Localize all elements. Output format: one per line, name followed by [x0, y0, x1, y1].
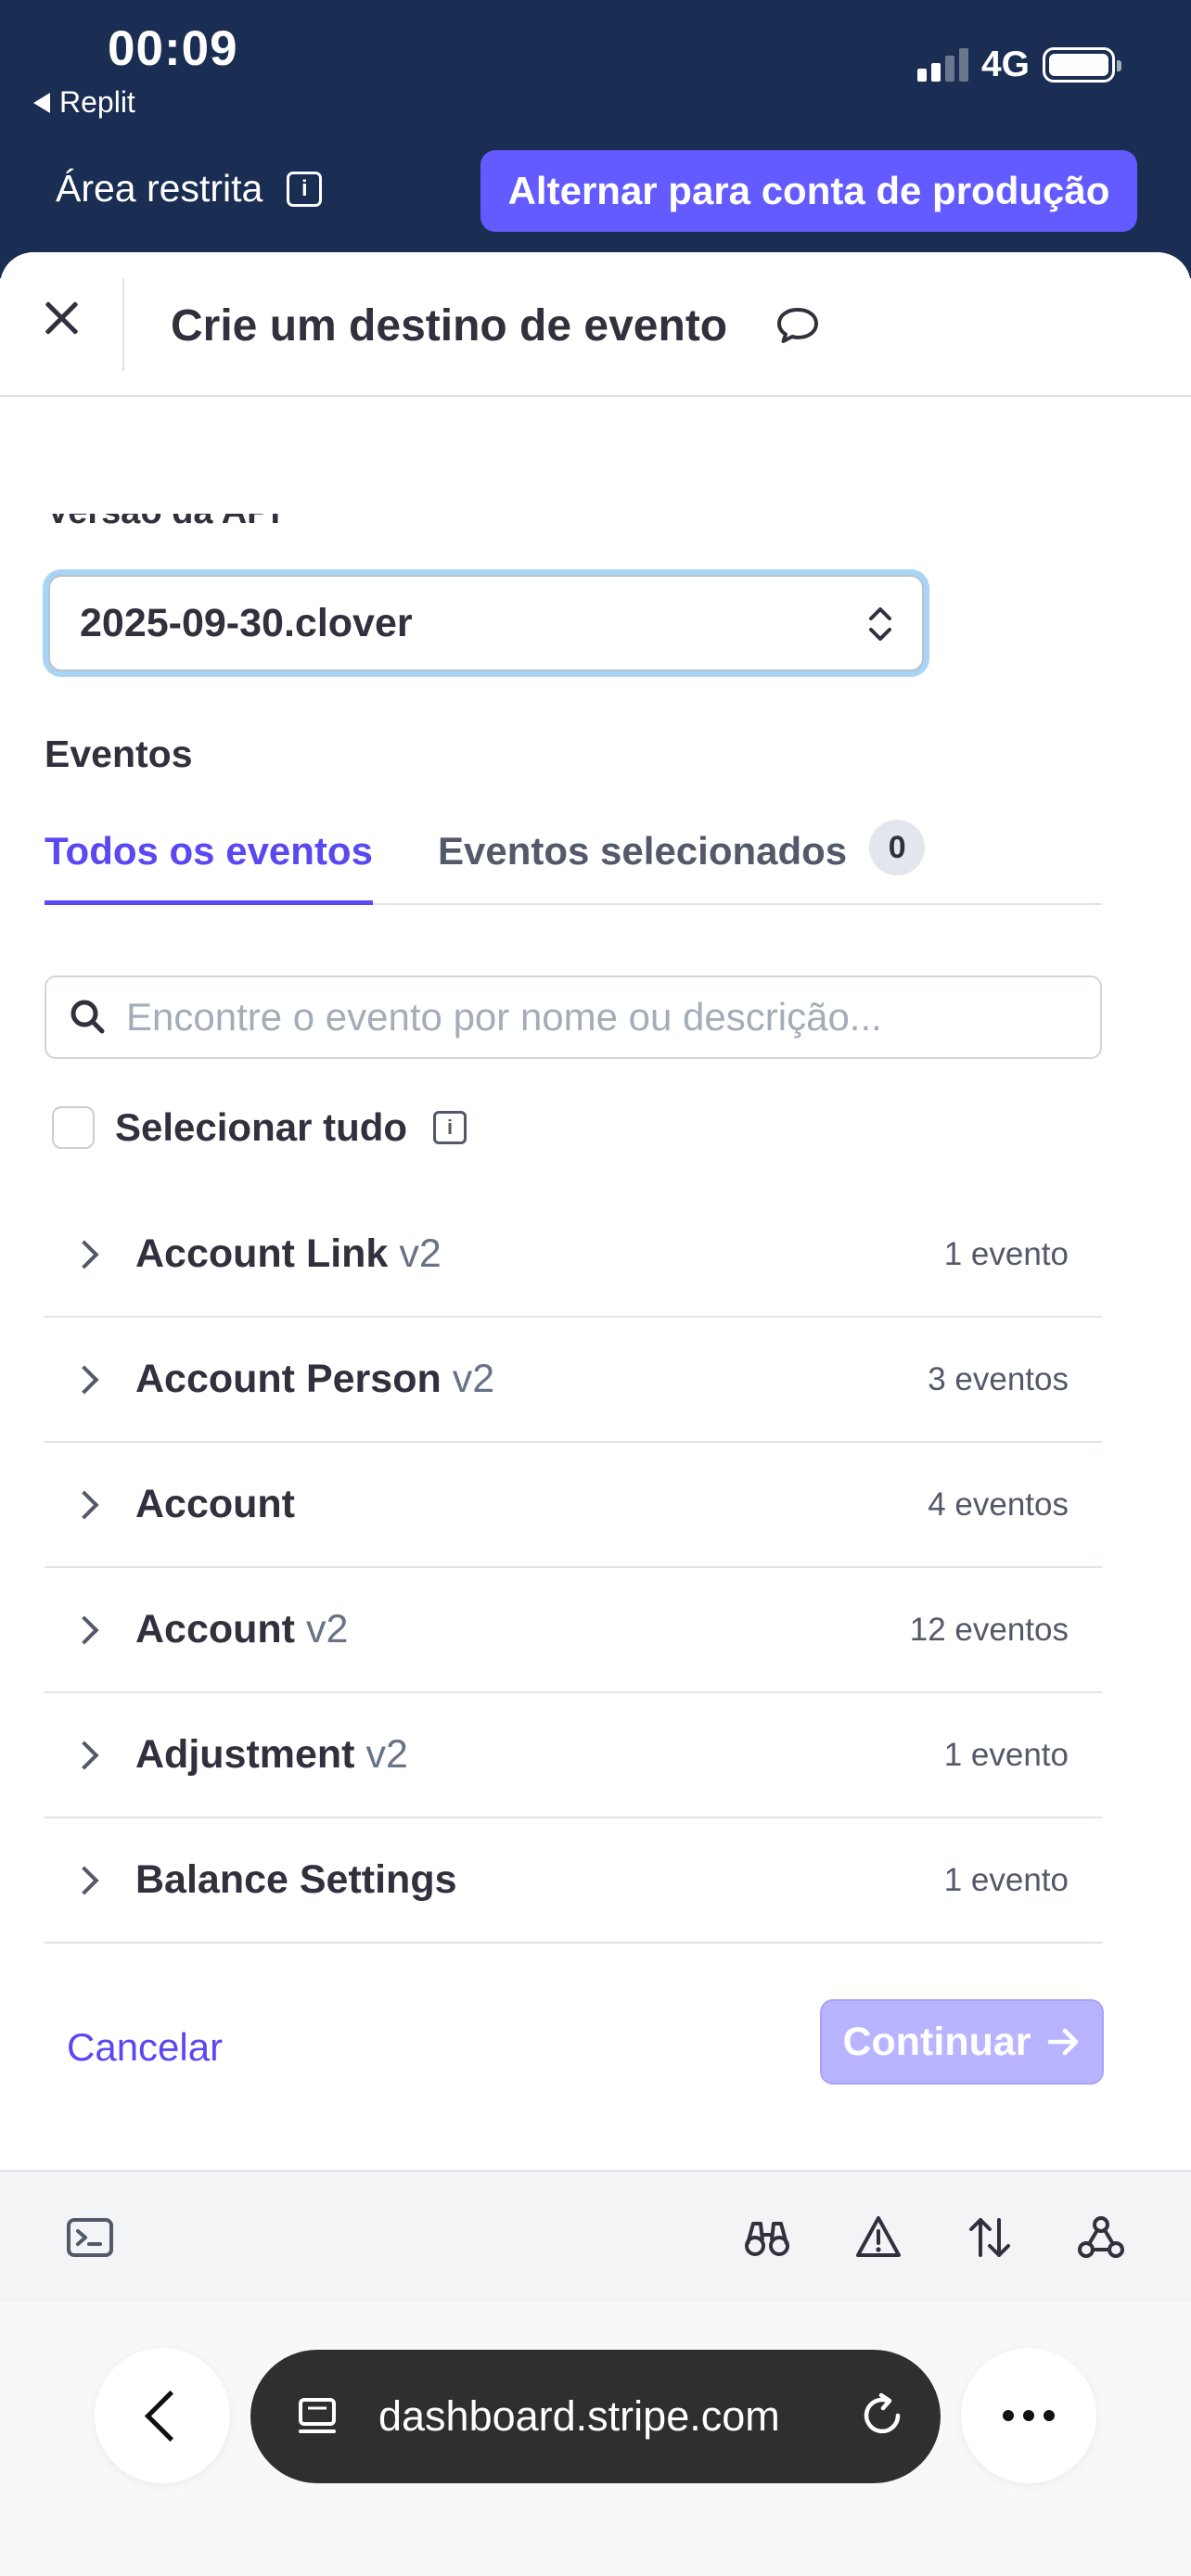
page-layout-icon	[299, 2398, 336, 2433]
chevron-right-icon	[70, 1364, 99, 1395]
select-all-checkbox[interactable]	[52, 1106, 95, 1149]
top-banner: 00:09 Replit 4G Área restrita i Alternar…	[0, 0, 1191, 278]
create-event-destination-sheet: Crie um destino de evento Versão da API …	[0, 252, 1191, 2172]
more-dot-icon	[1044, 2410, 1055, 2421]
binoculars-icon[interactable]	[742, 2213, 792, 2263]
sheet-title: Crie um destino de evento	[171, 301, 728, 351]
status-time: 00:09	[108, 21, 238, 76]
sandbox-indicator: Área restrita i	[56, 167, 323, 210]
event-group-row[interactable]: Adjustment v2 1 evento	[45, 1693, 1102, 1818]
event-group-row[interactable]: Account 4 eventos	[45, 1443, 1102, 1568]
event-group-name: Account	[135, 1482, 295, 1526]
event-search-field[interactable]	[45, 976, 1102, 1059]
close-icon[interactable]	[43, 299, 80, 336]
api-version-select[interactable]: 2025-09-30.clover	[48, 575, 924, 671]
chevron-up-down-icon	[869, 607, 891, 641]
signal-icon	[916, 48, 968, 82]
event-group-name: Adjustment	[135, 1732, 355, 1777]
back-triangle-icon	[33, 92, 50, 113]
browser-bar: dashboard.stripe.com	[0, 2302, 1191, 2576]
event-group-name: Account Person	[135, 1357, 442, 1401]
sheet-header: Crie um destino de evento	[0, 252, 1191, 397]
more-options-button[interactable]	[961, 2348, 1096, 2483]
event-group-version: v2	[306, 1607, 349, 1651]
select-all-row[interactable]: Selecionar tudo i	[52, 1105, 467, 1150]
network-type: 4G	[980, 45, 1030, 84]
url-text: dashboard.stripe.com	[378, 2392, 780, 2440]
event-group-name: Account Link	[135, 1231, 389, 1276]
cancel-button[interactable]: Cancelar	[67, 2025, 223, 2070]
info-icon[interactable]: i	[433, 1111, 467, 1144]
reload-icon[interactable]	[857, 2391, 907, 2441]
event-group-count: 1 evento	[943, 1235, 1069, 1272]
back-to-app-link[interactable]: Replit	[33, 85, 135, 120]
select-all-label: Selecionar tudo	[115, 1105, 408, 1149]
webhook-icon[interactable]	[1076, 2213, 1126, 2263]
developer-toolbar	[0, 2170, 1191, 2302]
event-group-count: 3 eventos	[928, 1360, 1069, 1397]
header-divider	[122, 278, 124, 371]
continue-button[interactable]: Continuar	[820, 1999, 1104, 2085]
battery-icon	[1043, 47, 1121, 83]
feedback-chat-icon[interactable]	[775, 306, 820, 347]
terminal-icon[interactable]	[65, 2213, 115, 2263]
chevron-right-icon	[70, 1239, 99, 1269]
event-list: Account Link v2 1 evento Account Person v2…	[45, 1192, 1102, 1944]
event-group-row[interactable]: Account v2 12 eventos	[45, 1568, 1102, 1693]
continue-label: Continuar	[842, 2019, 1031, 2064]
api-version-label: Versão da API	[46, 514, 280, 538]
event-group-name: Account	[135, 1607, 295, 1651]
status-indicators: 4G	[916, 45, 1121, 85]
more-dot-icon	[1023, 2410, 1034, 2421]
event-group-name: Balance Settings	[135, 1857, 457, 1902]
chevron-right-icon	[70, 1865, 99, 1895]
selected-count-badge: 0	[869, 820, 926, 875]
event-search-input[interactable]	[126, 995, 1054, 1039]
event-group-version: v2	[365, 1732, 408, 1777]
switch-to-production-button[interactable]: Alternar para conta de produção	[480, 150, 1137, 232]
api-version-value: 2025-09-30.clover	[80, 600, 413, 645]
events-tabs: Todos os eventos Eventos selecionados 0	[45, 820, 1102, 905]
back-app-label: Replit	[59, 85, 135, 119]
warning-icon[interactable]	[853, 2213, 903, 2263]
chevron-right-icon	[70, 1614, 99, 1645]
event-group-row[interactable]: Account Person v2 3 eventos	[45, 1318, 1102, 1443]
tab-all-events[interactable]: Todos os eventos	[45, 829, 373, 905]
event-group-version: v2	[452, 1357, 495, 1401]
info-icon[interactable]: i	[287, 171, 323, 207]
arrow-right-icon	[1047, 2028, 1078, 2056]
event-group-count: 4 eventos	[928, 1486, 1069, 1523]
more-dot-icon	[1003, 2410, 1014, 2421]
browser-back-button[interactable]	[95, 2348, 230, 2483]
event-group-version: v2	[399, 1231, 442, 1276]
sort-arrows-icon[interactable]	[965, 2213, 1015, 2263]
events-section-label: Eventos	[45, 733, 193, 775]
event-group-row[interactable]: Balance Settings 1 evento	[45, 1818, 1102, 1944]
event-group-count: 1 evento	[943, 1861, 1069, 1898]
tab-selected-label: Eventos selecionados	[438, 829, 848, 873]
chevron-right-icon	[70, 1740, 99, 1770]
event-group-count: 12 eventos	[909, 1611, 1069, 1648]
chevron-right-icon	[70, 1489, 99, 1520]
tab-selected-events[interactable]: Eventos selecionados 0	[438, 820, 926, 875]
event-group-count: 1 evento	[943, 1736, 1069, 1773]
address-bar[interactable]: dashboard.stripe.com	[250, 2350, 941, 2483]
event-group-row[interactable]: Account Link v2 1 evento	[45, 1192, 1102, 1318]
search-icon	[70, 1000, 105, 1034]
sandbox-label: Área restrita	[56, 167, 263, 210]
